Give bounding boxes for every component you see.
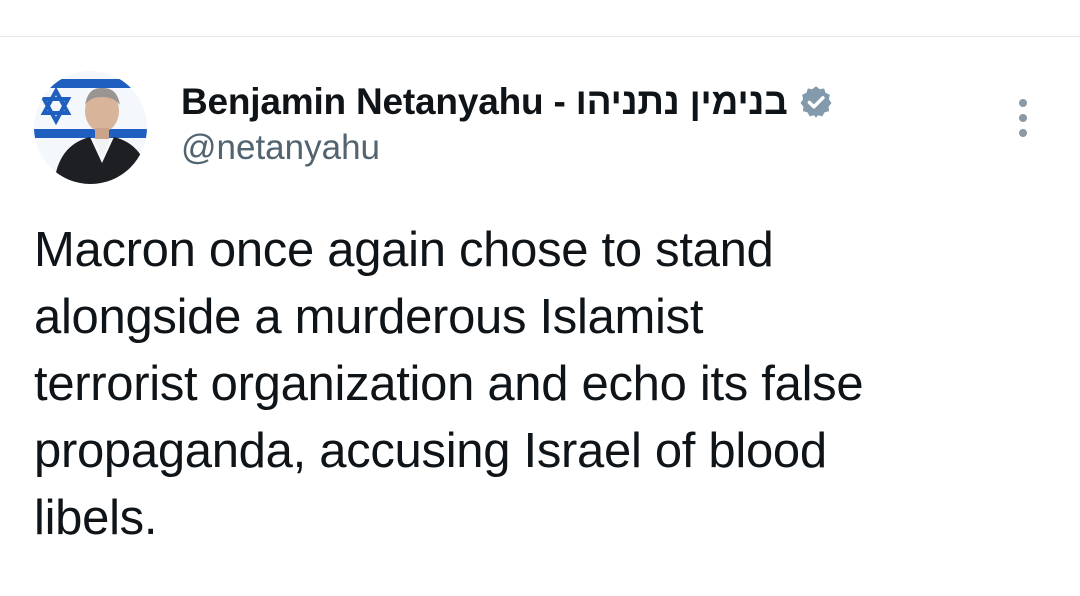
tweet-text-line: alongside a murderous Islamist bbox=[34, 290, 704, 344]
tweet[interactable]: Benjamin Netanyahu - בנימין נתניהו @neta… bbox=[0, 37, 1080, 596]
tweet-text-line: terrorist organization and echo its fals… bbox=[34, 357, 864, 411]
more-vertical-icon bbox=[1019, 114, 1027, 122]
tweet-text-line: propaganda, accusing Israel of blood bbox=[34, 424, 827, 478]
tweet-text: Macron once again chose to stand alongsi… bbox=[34, 217, 1044, 552]
tweet-text-line: libels. bbox=[34, 491, 158, 545]
author-row: Benjamin Netanyahu - בנימין נתניהו bbox=[181, 79, 834, 125]
tweet-text-line: Macron once again chose to stand bbox=[34, 223, 774, 277]
verified-badge-icon bbox=[798, 84, 834, 120]
avatar-image bbox=[34, 71, 147, 184]
handle[interactable]: @netanyahu bbox=[181, 128, 380, 168]
avatar[interactable] bbox=[34, 71, 147, 184]
more-vertical-icon bbox=[1019, 129, 1027, 137]
more-options-button[interactable] bbox=[1008, 95, 1038, 141]
more-vertical-icon bbox=[1019, 99, 1027, 107]
display-name[interactable]: Benjamin Netanyahu - בנימין נתניהו bbox=[181, 81, 788, 123]
